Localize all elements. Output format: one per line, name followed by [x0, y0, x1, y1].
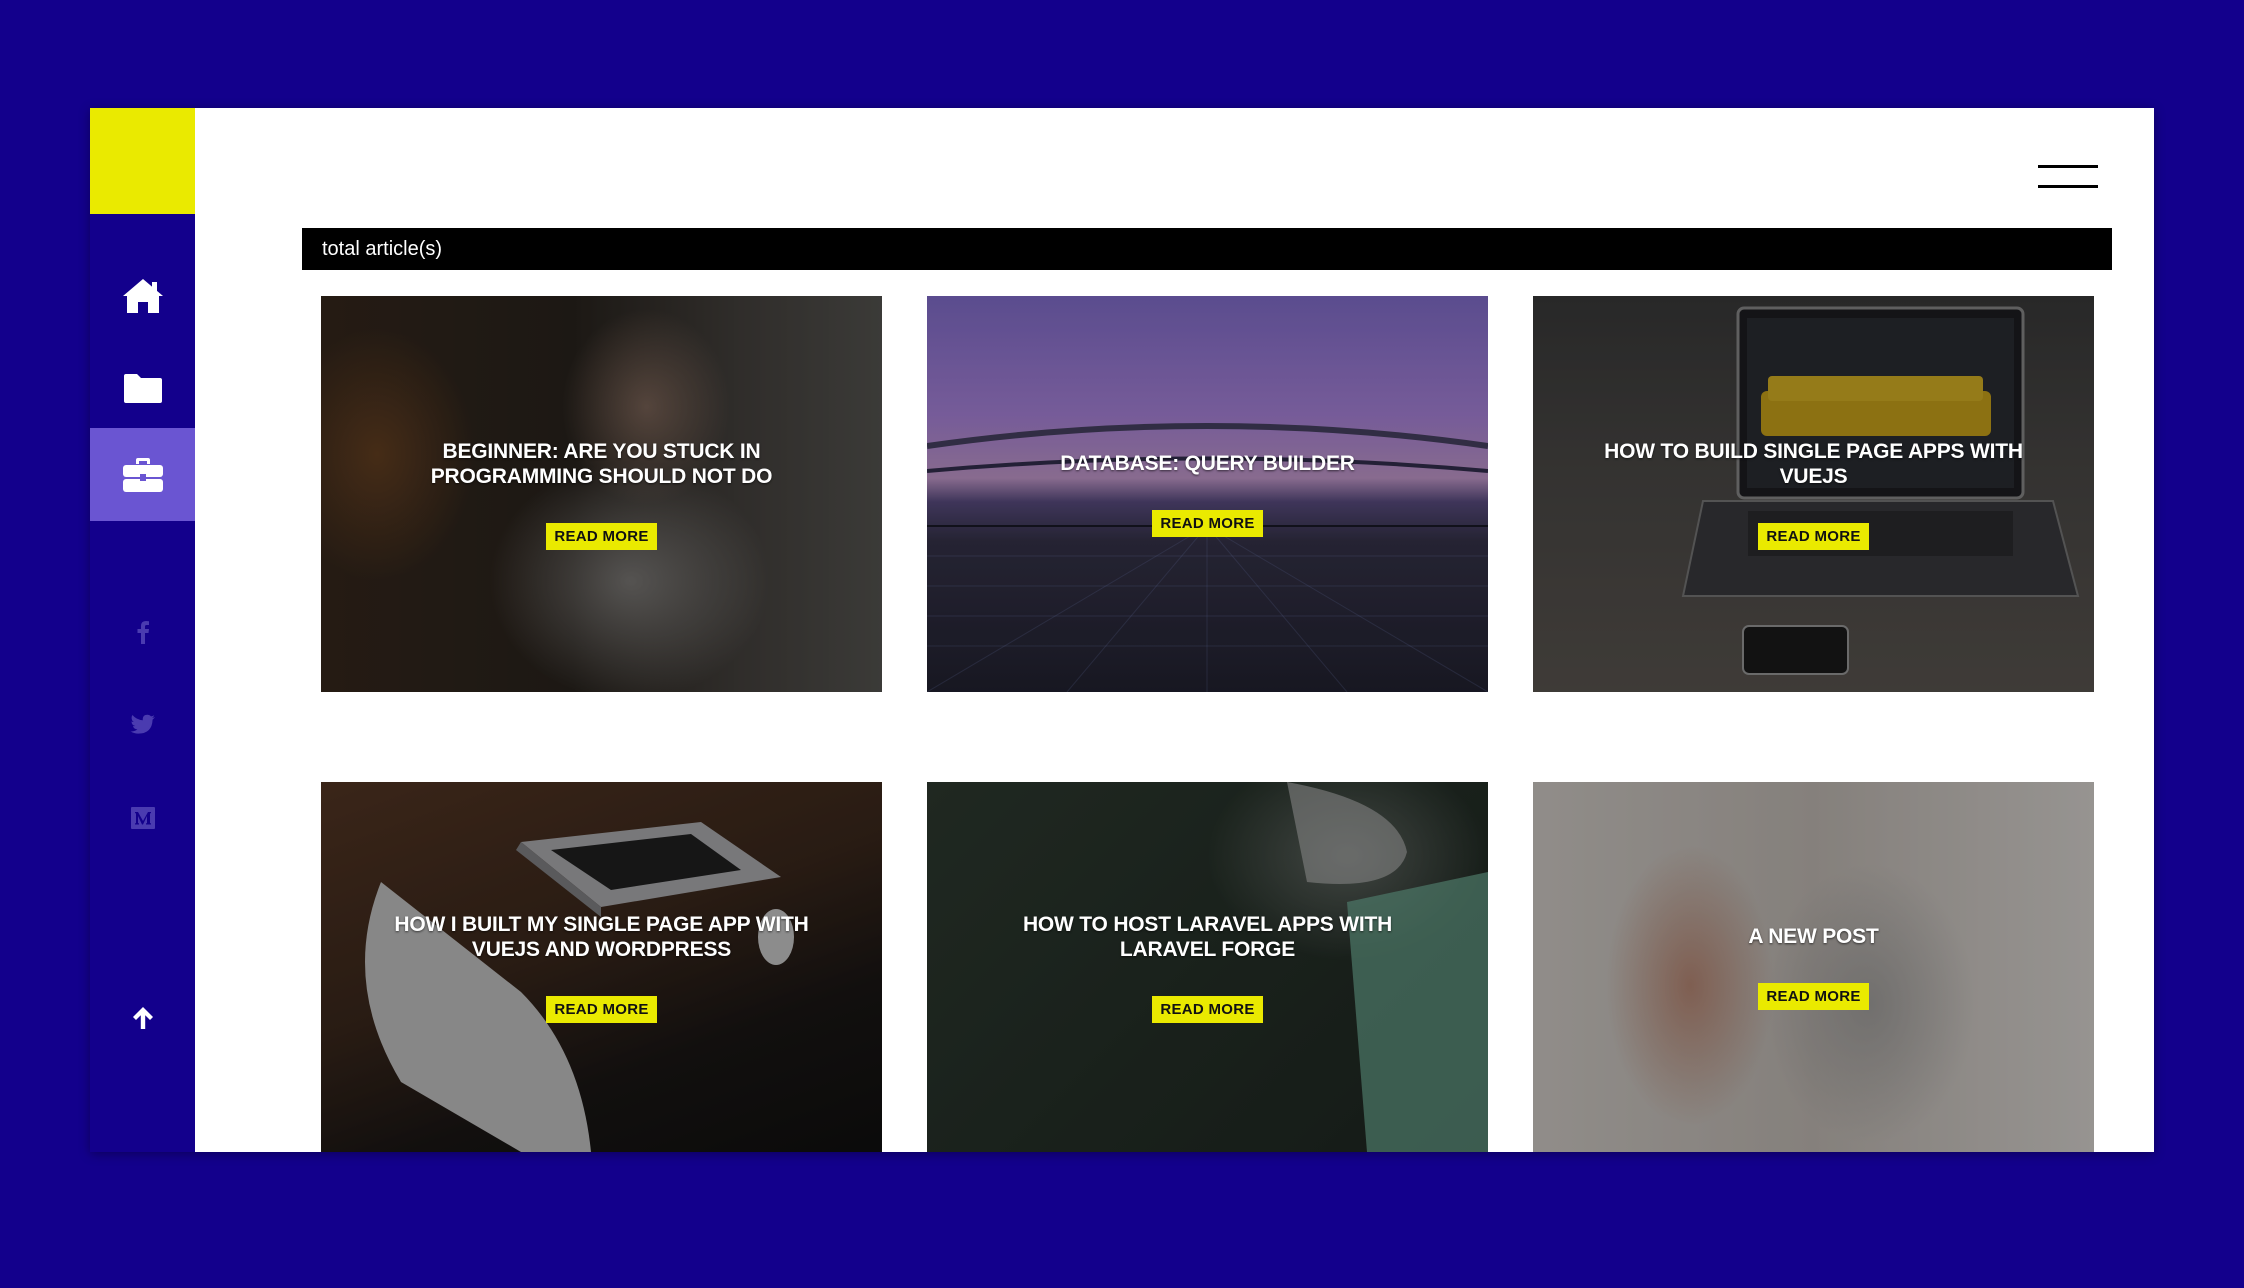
article-title[interactable]: HOW TO BUILD SINGLE PAGE APPS WITH VUEJS — [1594, 439, 2034, 489]
menu-icon[interactable] — [2038, 165, 2098, 191]
article-card[interactable]: BEGINNER: ARE YOU STUCK IN PROGRAMMING S… — [321, 296, 882, 692]
twitter-link[interactable] — [90, 703, 195, 747]
logo-block[interactable] — [90, 108, 195, 214]
twitter-icon — [130, 714, 155, 734]
read-more-button[interactable]: READ MORE — [1152, 510, 1263, 537]
main-content: total article(s) BEGINNER: ARE YOU STUCK… — [195, 108, 2154, 1152]
arrow-up-icon — [132, 1007, 153, 1029]
read-more-button[interactable]: READ MORE — [1758, 983, 1869, 1010]
article-card[interactable]: HOW TO BUILD SINGLE PAGE APPS WITH VUEJS… — [1533, 296, 2094, 692]
briefcase-icon — [122, 457, 163, 492]
desk-illustration — [365, 822, 794, 1152]
read-more-button[interactable]: READ MORE — [546, 522, 657, 550]
article-title[interactable]: BEGINNER: ARE YOU STUCK IN PROGRAMMING S… — [382, 439, 822, 489]
bridge-illustration — [927, 423, 1488, 692]
nav-item-home[interactable] — [90, 249, 195, 342]
medium-icon — [130, 807, 155, 829]
sidebar — [90, 108, 195, 1152]
facebook-icon — [137, 621, 149, 644]
article-card[interactable]: HOW TO HOST LARAVEL APPS WITH LARAVEL FO… — [927, 782, 1488, 1152]
article-card[interactable]: HOW I BUILT MY SINGLE PAGE APP WITH VUEJ… — [321, 782, 882, 1152]
article-title[interactable]: A NEW POST — [1594, 924, 2034, 949]
nav-item-portfolio[interactable] — [90, 428, 195, 521]
medium-link[interactable] — [90, 796, 195, 840]
app-window: total article(s) BEGINNER: ARE YOU STUCK… — [90, 108, 2154, 1152]
article-count-bar: total article(s) — [302, 228, 2112, 270]
read-more-button[interactable]: READ MORE — [546, 995, 657, 1023]
article-title[interactable]: DATABASE: QUERY BUILDER — [988, 451, 1428, 476]
article-card[interactable]: DATABASE: QUERY BUILDER READ MORE — [927, 296, 1488, 692]
laptop-illustration — [1681, 306, 2080, 675]
home-icon — [122, 278, 163, 313]
facebook-link[interactable] — [90, 610, 195, 654]
article-count-label: total article(s) — [322, 237, 443, 260]
nav-item-folder[interactable] — [90, 341, 195, 434]
read-more-button[interactable]: READ MORE — [1758, 522, 1869, 550]
read-more-button[interactable]: READ MORE — [1152, 995, 1263, 1023]
folder-icon — [123, 373, 162, 403]
article-title[interactable]: HOW I BUILT MY SINGLE PAGE APP WITH VUEJ… — [382, 912, 822, 962]
scroll-top-button[interactable] — [90, 996, 195, 1040]
article-title[interactable]: HOW TO HOST LARAVEL APPS WITH LARAVEL FO… — [988, 912, 1428, 962]
article-card[interactable]: A NEW POST READ MORE — [1533, 782, 2094, 1152]
notes-illustration — [1287, 782, 1488, 1152]
